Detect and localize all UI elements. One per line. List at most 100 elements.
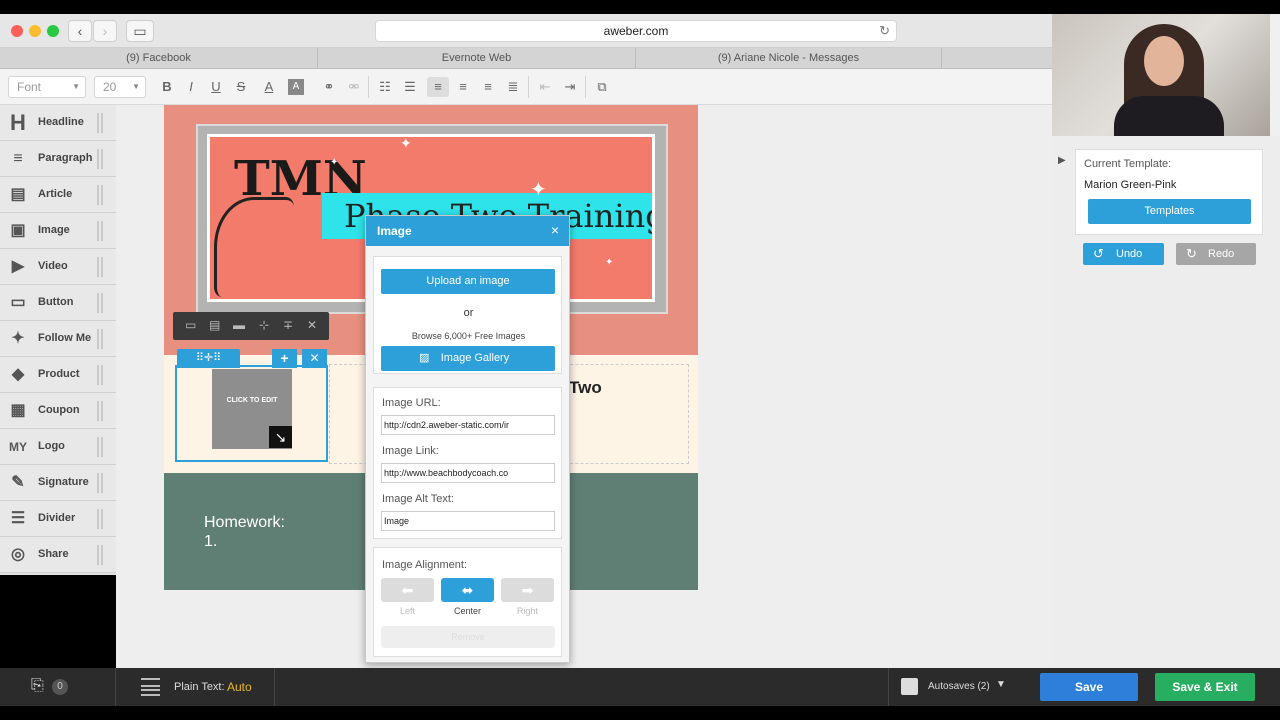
image-gallery-button[interactable]: ▨ Image Gallery [381,346,555,371]
sidebar-toggle-button[interactable]: ▭ [126,20,154,42]
close-icon[interactable]: ✕ [307,318,317,332]
sidebar-item-coupon[interactable]: ▦ Coupon [0,393,116,429]
sidebar-item-label: Paragraph [38,152,93,164]
redo-button[interactable]: ↻ Redo [1176,243,1256,265]
minimize-window-button[interactable] [29,25,41,37]
sidebar-item-article[interactable]: ▤ Article [0,177,116,213]
drag-handle-icon[interactable] [97,149,103,169]
save-button[interactable]: Save [1040,673,1138,701]
sidebar-item-label: Video [38,260,68,272]
sidebar-item-share[interactable]: ◎ Share [0,537,116,573]
sidebar-item-video[interactable]: ▶ Video [0,249,116,285]
italic-button[interactable]: I [180,77,202,97]
undo-button[interactable]: ↺ Undo [1083,243,1164,265]
back-button[interactable]: ‹ [68,20,92,42]
split-icon[interactable]: ∓ [283,318,293,332]
align-center-button[interactable]: ⬌ [441,578,494,602]
outdent-icon[interactable]: ⇤ [534,77,556,97]
plus-icon: + [280,350,289,366]
arrow-left-icon: ⬅ [401,582,414,598]
forward-button[interactable]: › [93,20,117,42]
align-left-icon[interactable]: ≡ [427,77,449,97]
align-center-icon[interactable]: ≡ [452,77,474,97]
unlink-icon[interactable]: ⚮ [343,77,365,97]
sidebar-item-logo[interactable]: MY Logo [0,429,116,465]
save-exit-button[interactable]: Save & Exit [1155,673,1255,701]
browser-tab-messages[interactable]: (9) Ariane Nicole - Messages [636,48,942,69]
drag-handle-icon[interactable] [97,509,103,529]
layout-bottom-icon[interactable]: ▬ [233,318,245,332]
align-right-icon[interactable]: ≡ [477,77,499,97]
plain-text-label: Plain Text: [174,681,225,693]
drag-handle-icon[interactable] [97,329,103,349]
maximize-window-button[interactable] [47,25,59,37]
browser-tab-facebook[interactable]: (9) Facebook [0,48,318,69]
image-alt-input[interactable] [381,511,555,531]
templates-button[interactable]: Templates [1088,199,1251,224]
link-icon[interactable]: ⚭ [318,77,340,97]
image-link-input[interactable] [381,463,555,483]
drag-handle-icon[interactable] [97,113,103,133]
align-right-button[interactable]: ➡ [501,578,554,602]
content-heading[interactable]: Two [569,378,602,398]
bold-button[interactable]: B [156,77,178,97]
upload-image-button[interactable]: Upload an image [381,269,555,294]
layout-middle-icon[interactable]: ▤ [209,318,220,332]
bottom-divider [115,668,116,706]
image-url-input[interactable] [381,415,555,435]
sidebar-item-product[interactable]: ◆ Product [0,357,116,393]
underline-button[interactable]: U [205,77,227,97]
layout-top-icon[interactable]: ▭ [185,318,196,332]
drag-handle-icon[interactable] [97,545,103,565]
sidebar-item-image[interactable]: ▣ Image [0,213,116,249]
reload-icon[interactable]: ↻ [879,21,890,41]
align-left-button[interactable]: ⬅ [381,578,434,602]
move-block-handle[interactable]: ⠿✛⠿ [177,349,240,368]
text-color-button[interactable]: A [258,77,280,97]
sidebar-item-headline[interactable]: H Headline [0,105,116,141]
chevron-down-icon[interactable]: ▼ [996,679,1006,690]
address-bar[interactable]: aweber.com ↻ [375,20,897,42]
sidebar-item-follow-me[interactable]: ✦ Follow Me [0,321,116,357]
ordered-list-icon[interactable]: ☷ [374,77,396,97]
drag-handle-icon[interactable] [97,257,103,277]
drag-handle-icon[interactable] [97,365,103,385]
sidebar-item-divider[interactable]: ☰ Divider [0,501,116,537]
attachment-count-badge: 0 [52,679,68,695]
font-select[interactable]: Font ▼ [8,76,86,98]
close-window-button[interactable] [11,25,23,37]
paperclip-icon[interactable]: ⎘ [31,677,44,695]
drag-handle-icon[interactable] [97,221,103,241]
plain-text-icon[interactable] [141,678,160,696]
autosaves-dropdown[interactable]: Autosaves (2) [928,681,990,692]
font-size-select[interactable]: 20 ▼ [94,76,146,98]
plain-text-auto-link[interactable]: Auto [227,680,252,694]
drag-handle-icon[interactable] [97,293,103,313]
indent-icon[interactable]: ⇥ [559,77,581,97]
collapse-arrow-icon[interactable]: ▶ [1058,155,1066,166]
divider-icon: ☰ [10,510,26,527]
sidebar-item-signature[interactable]: ✎ Signature [0,465,116,501]
unordered-list-icon[interactable]: ☰ [399,77,421,97]
remove-image-button[interactable]: Remove [381,626,555,648]
add-column-icon[interactable]: ⊹ [259,318,269,332]
sidebar-item-button[interactable]: ▭ Button [0,285,116,321]
twitter-bird-icon: ✦ [11,330,25,347]
background-color-button[interactable]: A [288,79,304,95]
click-to-edit-text: CLICK TO EDIT [226,397,278,404]
remove-block-button[interactable]: ✕ [302,349,327,368]
resize-handle-icon[interactable]: ↘ [269,426,292,448]
homework-text[interactable]: Homework: 1. [204,513,285,551]
drag-handle-icon[interactable] [97,401,103,421]
drag-handle-icon[interactable] [97,437,103,457]
align-justify-icon[interactable]: ≣ [502,77,524,97]
drag-handle-icon[interactable] [97,185,103,205]
sidebar-item-paragraph[interactable]: ≡ Paragraph [0,141,116,177]
drag-handle-icon[interactable] [97,473,103,493]
add-block-button[interactable]: + [272,349,297,368]
browser-tab-evernote[interactable]: Evernote Web [318,48,636,69]
source-code-icon[interactable]: ⧉ [591,77,613,97]
close-icon[interactable]: × [551,222,559,238]
strikethrough-button[interactable]: S [230,77,252,97]
undo-icon: ↺ [1093,246,1104,261]
